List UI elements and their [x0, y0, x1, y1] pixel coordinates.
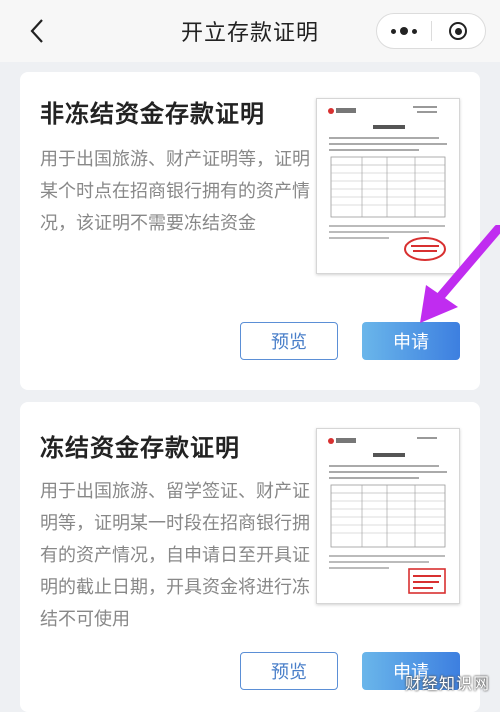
more-button[interactable]: [377, 14, 431, 48]
annotation-arrow-icon: [420, 225, 500, 323]
certificate-thumbnail: [316, 428, 460, 604]
card-title: 冻结资金存款证明: [40, 434, 240, 462]
card-description: 用于出国旅游、财产证明等，证明某个时点在招商银行拥有的资产情况，该证明不需要冻结…: [40, 149, 310, 234]
watermark: 财经知识网: [404, 674, 490, 693]
frozen-deposit-card: 冻结资金存款证明 用于出国旅游、留学签证、财产证明等，证明某一时段在招商银行拥有…: [20, 402, 480, 712]
close-button[interactable]: [431, 14, 485, 48]
more-dots-icon: [390, 27, 417, 35]
back-icon[interactable]: [22, 16, 52, 46]
card-title: 非冻结资金存款证明: [40, 100, 265, 128]
page-title: 开立存款证明: [180, 21, 319, 46]
target-close-icon: [449, 22, 468, 40]
mini-program-capsule: [376, 13, 486, 49]
nav-bar: 开立存款证明: [0, 0, 500, 62]
card-description: 用于出国旅游、留学签证、财产证明等，证明某一时段在招商银行拥有的资产情况，自申请…: [40, 481, 310, 630]
preview-button[interactable]: 预览: [240, 322, 338, 360]
preview-button[interactable]: 预览: [240, 652, 338, 690]
